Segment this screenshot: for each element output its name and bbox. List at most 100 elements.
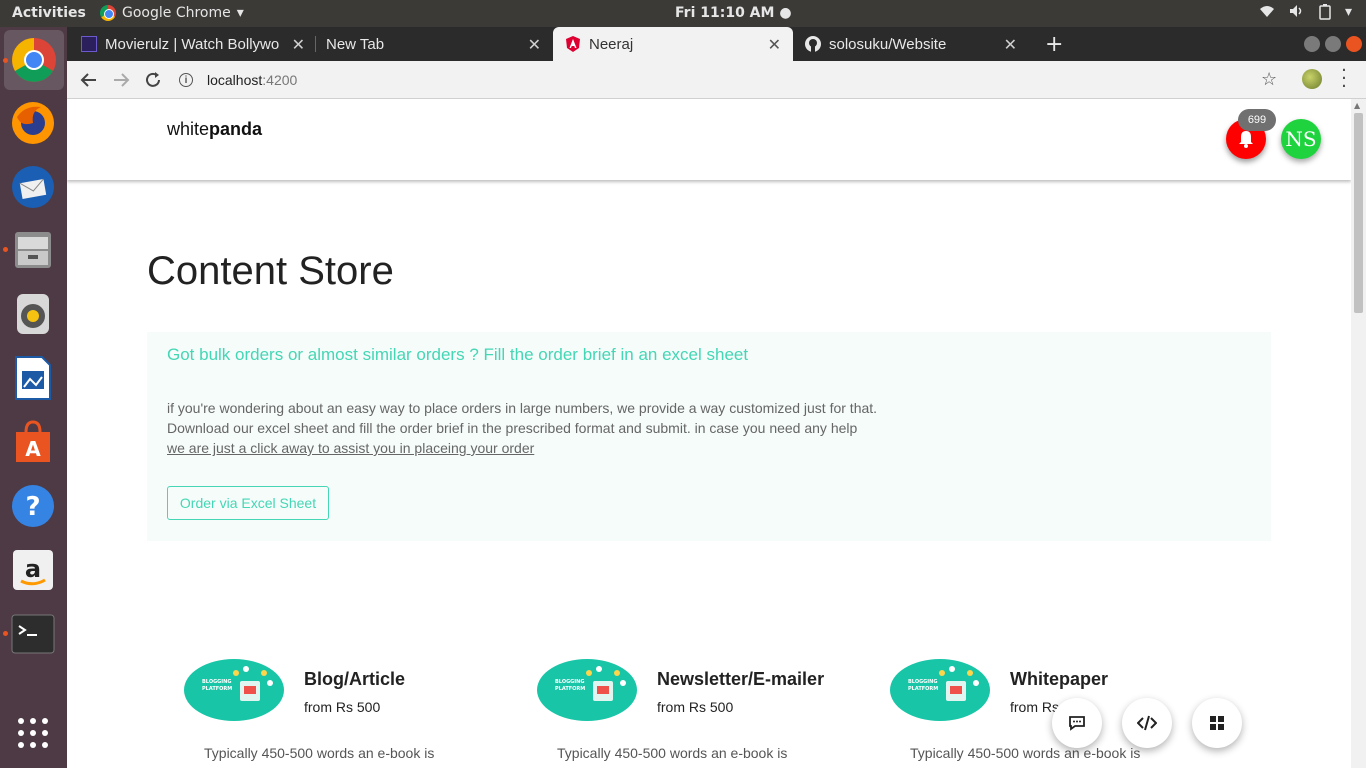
dock-writer[interactable] xyxy=(10,355,56,401)
dock-rhythmbox[interactable] xyxy=(10,291,56,337)
notification-count-badge: 699 xyxy=(1238,109,1276,131)
tab-strip: Movierulz | Watch Bollywo ✕ New Tab ✕ Ne… xyxy=(67,27,1366,61)
svg-text:BLOGGING: BLOGGING xyxy=(555,679,584,685)
chrome-icon xyxy=(100,5,116,21)
tab-title: Neeraj xyxy=(589,35,634,53)
user-avatar[interactable]: NS xyxy=(1281,119,1321,159)
brand-light: white xyxy=(167,119,210,139)
dock-help[interactable]: ? xyxy=(10,483,56,529)
forward-icon[interactable] xyxy=(109,68,133,92)
system-top-bar: Activities Google Chrome ▾ Fri 11:10 AM … xyxy=(0,0,1366,27)
brand-bold: panda xyxy=(209,119,263,139)
page-scrollbar[interactable]: ▲ xyxy=(1351,99,1366,768)
movierulz-favicon-icon xyxy=(81,36,97,52)
thunderbird-icon xyxy=(12,166,54,208)
dock-terminal[interactable] xyxy=(10,611,56,657)
assist-link[interactable]: we are just a click away to assist you i… xyxy=(167,438,877,458)
close-icon[interactable]: ✕ xyxy=(1004,35,1017,55)
svg-text:PLATFORM: PLATFORM xyxy=(908,686,938,692)
info-icon[interactable]: i xyxy=(179,73,193,87)
app-header: whitepanda 699 NS xyxy=(67,99,1351,180)
svg-text:A: A xyxy=(25,437,41,461)
rhythmbox-icon xyxy=(17,294,49,334)
order-via-excel-button[interactable]: Order via Excel Sheet xyxy=(167,486,329,520)
url-port: :4200 xyxy=(262,72,298,88)
chat-button[interactable] xyxy=(1052,698,1102,748)
scroll-up-icon[interactable]: ▲ xyxy=(1354,101,1360,110)
reload-icon[interactable] xyxy=(141,68,165,92)
bookmark-star-icon[interactable]: ☆ xyxy=(1261,69,1277,90)
chat-icon xyxy=(1069,716,1085,731)
browser-menu-icon[interactable]: · · · xyxy=(1337,62,1351,96)
tab-github[interactable]: solosuku/Website ✕ xyxy=(793,27,1029,61)
tab-title: New Tab xyxy=(326,35,385,53)
brand-logo[interactable]: whitepanda xyxy=(167,119,262,140)
url-host: localhost xyxy=(207,72,263,88)
product-name: Newsletter/E-mailer xyxy=(657,669,825,689)
dock-firefox[interactable] xyxy=(10,100,56,146)
blogging-platform-image: BLOGGING PLATFORM xyxy=(537,659,637,721)
address-bar[interactable]: i localhost:4200 xyxy=(179,66,1289,94)
page-viewport: whitepanda 699 NS Content Store Got bulk… xyxy=(67,99,1366,768)
files-icon xyxy=(15,232,51,268)
grid-icon xyxy=(1210,716,1224,730)
volume-icon xyxy=(1289,4,1305,24)
github-favicon-icon xyxy=(805,36,821,52)
dock-thunderbird[interactable] xyxy=(10,164,56,210)
close-icon[interactable]: ✕ xyxy=(528,35,541,55)
running-indicator xyxy=(3,631,8,636)
scrollbar-thumb[interactable] xyxy=(1354,113,1363,313)
software-icon: A xyxy=(16,420,50,462)
dock-files[interactable] xyxy=(10,227,56,273)
tab-divider xyxy=(315,36,316,52)
battery-icon xyxy=(1319,4,1331,24)
dock-show-apps[interactable] xyxy=(10,710,56,756)
extension-icon[interactable] xyxy=(1302,69,1322,89)
dock-chrome[interactable] xyxy=(4,30,64,90)
tab-movierulz[interactable]: Movierulz | Watch Bollywo ✕ xyxy=(81,27,317,61)
maximize-icon[interactable] xyxy=(1325,36,1341,52)
bell-icon xyxy=(1239,131,1253,148)
code-icon xyxy=(1137,715,1157,731)
product-name: Whitepaper xyxy=(1010,669,1109,689)
product-price: from Rs 500 xyxy=(304,699,381,715)
svg-text:PLATFORM: PLATFORM xyxy=(555,686,585,692)
running-indicator xyxy=(3,58,8,63)
window-controls xyxy=(1304,36,1362,52)
app-menu[interactable]: Google Chrome ▾ xyxy=(100,5,244,21)
minimize-icon[interactable] xyxy=(1304,36,1320,52)
browser-window: Movierulz | Watch Bollywo ✕ New Tab ✕ Ne… xyxy=(67,27,1366,768)
clock[interactable]: Fri 11:10 AM ● xyxy=(675,5,792,21)
bulk-order-title: Got bulk orders or almost similar orders… xyxy=(167,345,749,364)
new-tab-button[interactable]: + xyxy=(1045,32,1063,57)
svg-text:BLOGGING: BLOGGING xyxy=(202,679,231,685)
power-menu-chevron-icon: ▾ xyxy=(1344,4,1352,20)
svg-text:PLATFORM: PLATFORM xyxy=(202,686,232,692)
writer-icon xyxy=(15,356,51,400)
window-close-icon[interactable] xyxy=(1346,36,1362,52)
close-icon[interactable]: ✕ xyxy=(292,35,305,55)
blogging-platform-image: BLOGGING PLATFORM xyxy=(184,659,284,721)
back-icon[interactable] xyxy=(77,68,101,92)
bulk-order-panel: Got bulk orders or almost similar orders… xyxy=(147,332,1271,541)
blogging-platform-image: BLOGGING PLATFORM xyxy=(890,659,990,721)
activities-button[interactable]: Activities xyxy=(12,5,86,21)
grid-button[interactable] xyxy=(1192,698,1242,748)
close-icon[interactable]: ✕ xyxy=(768,35,781,55)
wifi-icon xyxy=(1259,4,1275,24)
amazon-icon: a xyxy=(13,550,53,590)
page-title: Content Store xyxy=(147,249,394,293)
dock-software[interactable]: A xyxy=(10,419,56,465)
product-description: Typically 450-500 words an e-book is xyxy=(557,745,788,761)
bulk-desc-line: if you're wondering about an easy way to… xyxy=(167,400,878,416)
app-menu-label: Google Chrome xyxy=(122,5,231,21)
product-name: Blog/Article xyxy=(304,669,406,689)
bulk-desc-line: Download our excel sheet and fill the or… xyxy=(167,420,858,436)
system-tray[interactable]: ▾ xyxy=(1259,4,1352,24)
chevron-down-icon: ▾ xyxy=(236,5,244,21)
chrome-icon xyxy=(12,38,56,82)
dock-amazon[interactable]: a xyxy=(10,547,56,593)
code-button[interactable] xyxy=(1122,698,1172,748)
tab-new-tab[interactable]: New Tab ✕ xyxy=(317,27,553,61)
tab-neeraj[interactable]: Neeraj ✕ xyxy=(553,27,793,61)
